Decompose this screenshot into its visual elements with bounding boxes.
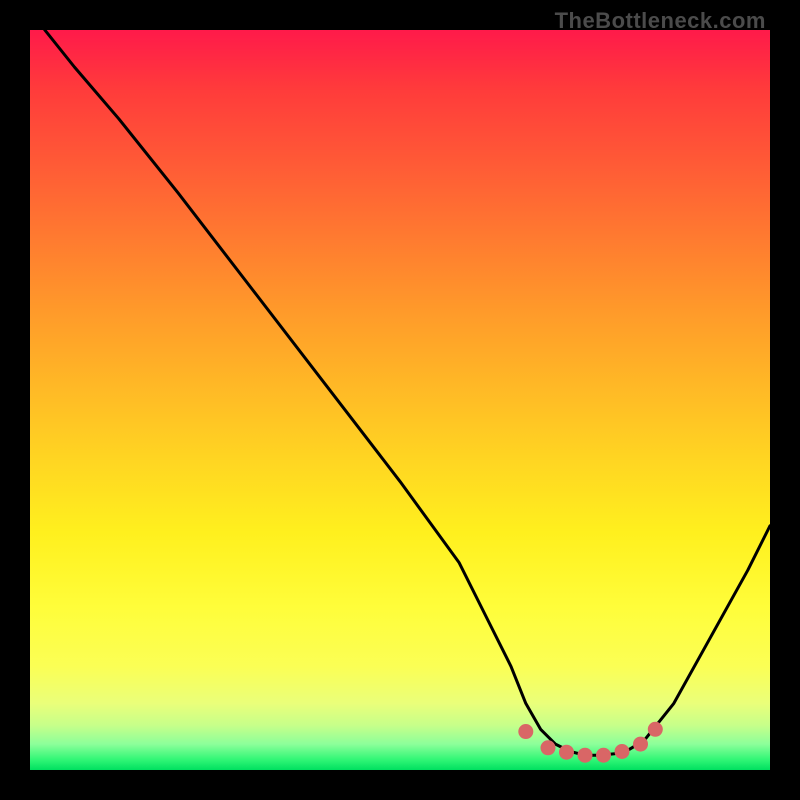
chart-svg [30, 30, 770, 770]
plot-area [30, 30, 770, 770]
data-point [518, 724, 533, 739]
data-point [541, 740, 556, 755]
data-point [596, 748, 611, 763]
data-point [578, 748, 593, 763]
curve-line [45, 30, 770, 755]
chart-container: TheBottleneck.com [0, 0, 800, 800]
data-point [648, 722, 663, 737]
data-point [559, 745, 574, 760]
bottleneck-curve-path [45, 30, 770, 755]
data-point [615, 744, 630, 759]
data-point [633, 737, 648, 752]
